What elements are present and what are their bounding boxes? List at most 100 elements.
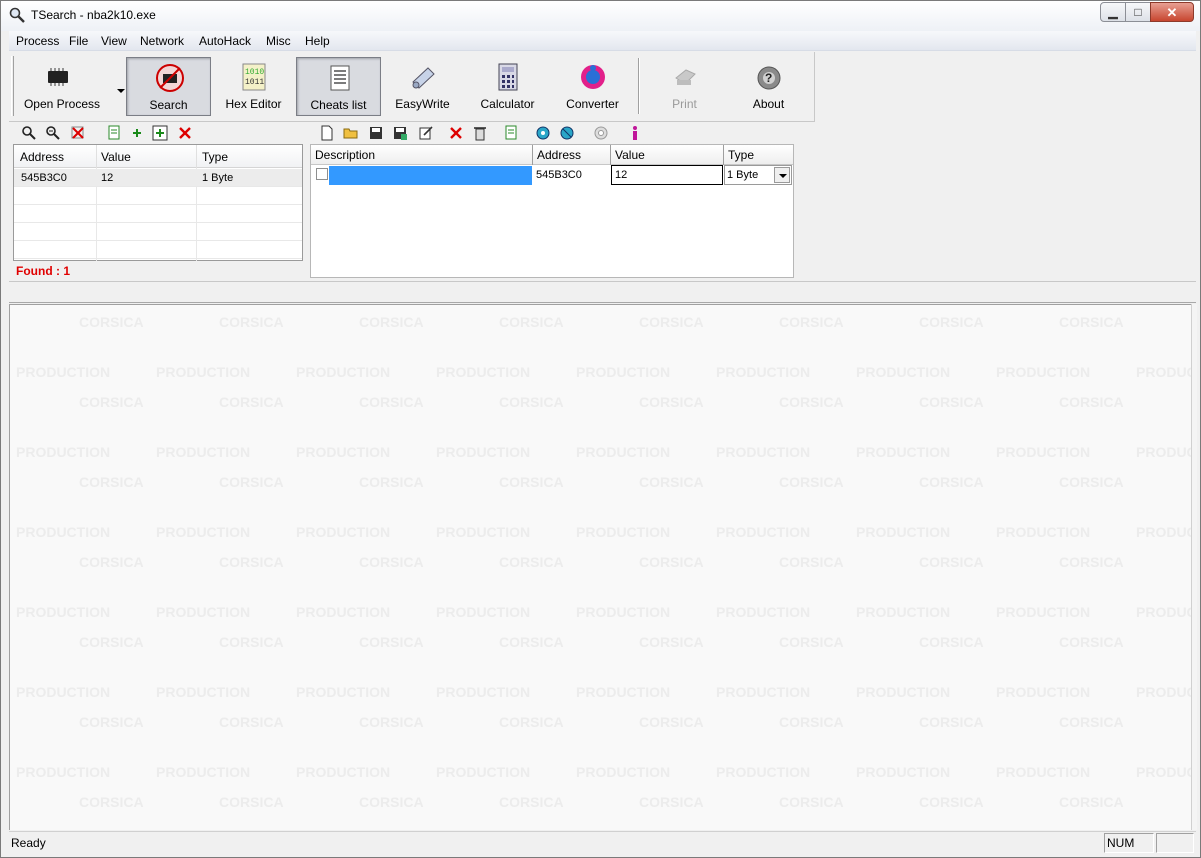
- description-field[interactable]: [329, 166, 532, 185]
- watermark-text: PRODUCTION: [996, 684, 1091, 700]
- watermark-text: CORSICA: [639, 634, 704, 650]
- watermark-text: PRODUCTION: [576, 524, 671, 540]
- freeze-icon[interactable]: [535, 125, 551, 141]
- watermark-text: CORSICA: [1059, 474, 1124, 490]
- cheats-table[interactable]: Description Address Value Type 545B3C0 1…: [310, 144, 794, 278]
- cheat-type-select[interactable]: 1 Byte: [724, 165, 792, 185]
- watermark-text: PRODUCTION: [296, 524, 391, 540]
- copy-icon[interactable]: [106, 125, 122, 141]
- column-type[interactable]: Type: [728, 148, 754, 162]
- watermark-text: PRODUCTION: [1136, 364, 1191, 380]
- clear-search-icon[interactable]: [70, 125, 86, 141]
- divider-strip: [9, 281, 1196, 303]
- watermark-text: PRODUCTION: [996, 444, 1091, 460]
- watermark-text: PRODUCTION: [576, 444, 671, 460]
- copy-cheat-icon[interactable]: [503, 125, 519, 141]
- save-icon[interactable]: [368, 125, 384, 141]
- edit-icon[interactable]: [418, 125, 434, 141]
- watermark-text: PRODUCTION: [156, 604, 251, 620]
- toolbar-separator: [638, 58, 640, 114]
- delete-cheat-icon[interactable]: [448, 125, 464, 141]
- column-address[interactable]: Address: [537, 148, 581, 162]
- watermark-text: CORSICA: [499, 714, 564, 730]
- watermark-text: PRODUCTION: [716, 684, 811, 700]
- about-button[interactable]: ? About: [726, 57, 811, 116]
- main-toolbar: Open Process Search 1010 1011 Hex Editor: [9, 52, 815, 122]
- watermark-text: CORSICA: [779, 794, 844, 810]
- watermark-text: CORSICA: [499, 634, 564, 650]
- cheat-address[interactable]: 545B3C0: [536, 169, 582, 181]
- watermark-text: PRODUCTION: [856, 524, 951, 540]
- open-process-button[interactable]: Open Process: [19, 57, 125, 116]
- cheat-value-input[interactable]: [611, 165, 723, 185]
- find-icon[interactable]: [21, 125, 37, 141]
- add-all-icon[interactable]: [152, 125, 168, 141]
- result-type: 1 Byte: [202, 172, 234, 184]
- column-description[interactable]: Description: [315, 148, 375, 162]
- minimize-button[interactable]: ▁: [1100, 2, 1126, 22]
- delete-icon[interactable]: [177, 125, 193, 141]
- new-file-icon[interactable]: [319, 125, 335, 141]
- print-button[interactable]: Print: [642, 57, 727, 116]
- disabled-gear-icon[interactable]: [593, 125, 609, 141]
- easywrite-button[interactable]: EasyWrite: [380, 57, 465, 116]
- svg-text:1010: 1010: [245, 68, 264, 77]
- menu-process[interactable]: Process: [16, 34, 59, 48]
- cheat-enable-checkbox[interactable]: [316, 168, 328, 180]
- watermark-text: CORSICA: [499, 794, 564, 810]
- search-results-list[interactable]: Address Value Type 545B3C0 12 1 Byte: [13, 144, 303, 261]
- watermark-text: CORSICA: [219, 394, 284, 410]
- column-address[interactable]: Address: [20, 150, 64, 164]
- watermark-text: CORSICA: [499, 314, 564, 330]
- watermark-text: PRODUCTION: [156, 364, 251, 380]
- watermark-text: CORSICA: [499, 554, 564, 570]
- watermark-text: PRODUCTION: [16, 444, 111, 460]
- dropdown-arrow-icon[interactable]: [774, 167, 790, 183]
- magnifier-app-icon: [9, 7, 25, 23]
- watermark-text: PRODUCTION: [296, 764, 391, 780]
- watermark-text: CORSICA: [499, 394, 564, 410]
- table-row[interactable]: 545B3C0 12 1 Byte: [14, 169, 302, 187]
- menu-autohack[interactable]: AutoHack: [199, 34, 251, 48]
- search-button[interactable]: Search: [126, 57, 211, 116]
- watermark-text: PRODUCTION: [576, 684, 671, 700]
- watermark-text: PRODUCTION: [156, 524, 251, 540]
- dropdown-arrow-icon[interactable]: [117, 89, 125, 93]
- watermark-text: PRODUCTION: [16, 364, 111, 380]
- watermark-text: PRODUCTION: [1136, 764, 1191, 780]
- calculator-button[interactable]: Calculator: [465, 57, 550, 116]
- menu-help[interactable]: Help: [305, 34, 330, 48]
- trash-icon[interactable]: [472, 125, 488, 141]
- unfreeze-icon[interactable]: [559, 125, 575, 141]
- save-as-icon[interactable]: [392, 125, 408, 141]
- close-button[interactable]: ✕: [1150, 2, 1194, 22]
- info-icon[interactable]: [627, 125, 643, 141]
- column-separator: [96, 145, 97, 168]
- watermark-text: CORSICA: [919, 794, 984, 810]
- watermark-text: PRODUCTION: [856, 604, 951, 620]
- column-type[interactable]: Type: [202, 150, 228, 164]
- menu-file[interactable]: File: [69, 34, 88, 48]
- menu-misc[interactable]: Misc: [266, 34, 291, 48]
- watermark-text: PRODUCTION: [996, 364, 1091, 380]
- column-value[interactable]: Value: [101, 150, 131, 164]
- find-next-icon[interactable]: [45, 125, 61, 141]
- watermark-text: CORSICA: [779, 634, 844, 650]
- watermark-text: PRODUCTION: [716, 604, 811, 620]
- add-icon[interactable]: [129, 125, 145, 141]
- hex-editor-button[interactable]: 1010 1011 Hex Editor: [211, 57, 296, 116]
- converter-button[interactable]: Converter: [550, 57, 635, 116]
- status-pane-empty: [1156, 833, 1194, 853]
- maximize-icon: □: [1134, 5, 1142, 19]
- menu-network[interactable]: Network: [140, 34, 184, 48]
- cheats-list-button[interactable]: Cheats list: [296, 57, 381, 116]
- watermark-text: PRODUCTION: [436, 604, 531, 620]
- column-value[interactable]: Value: [615, 148, 645, 162]
- watermark-text: PRODUCTION: [156, 684, 251, 700]
- watermark-text: CORSICA: [79, 794, 144, 810]
- watermark-text: PRODUCTION: [436, 684, 531, 700]
- open-folder-icon[interactable]: [343, 125, 359, 141]
- watermark-text: CORSICA: [79, 394, 144, 410]
- menu-view[interactable]: View: [101, 34, 127, 48]
- maximize-button[interactable]: □: [1125, 2, 1151, 22]
